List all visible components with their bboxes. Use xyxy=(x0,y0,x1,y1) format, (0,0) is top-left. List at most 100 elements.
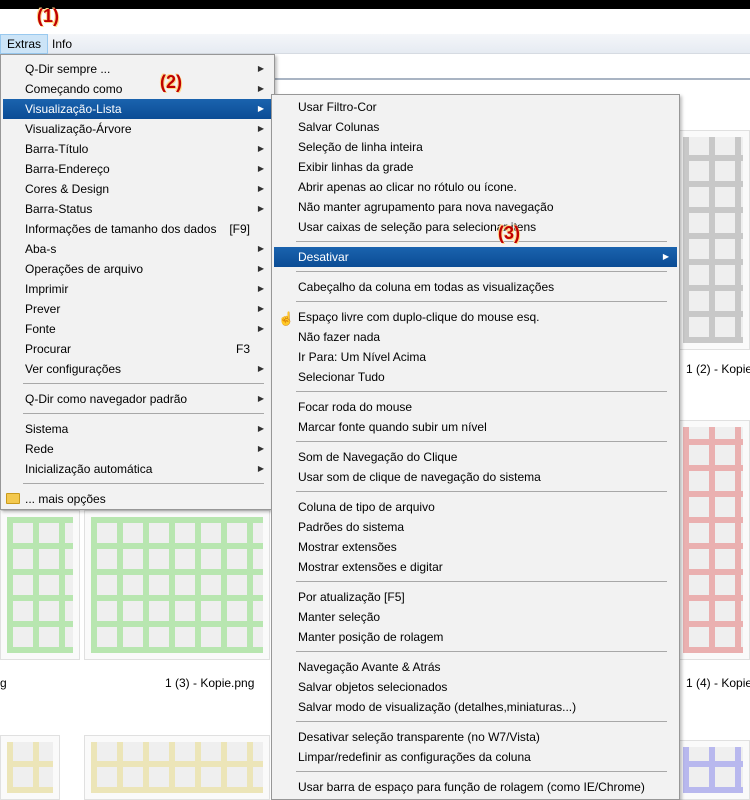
menu-item-info-tamanho[interactable]: Informações de tamanho dos dados [F9] xyxy=(3,219,272,239)
menu-item-ver-configuracoes[interactable]: Ver configurações ▶ xyxy=(3,359,272,379)
menu-item-mais-opcoes[interactable]: ... mais opções xyxy=(3,489,272,509)
submenu-arrow-icon: ▶ xyxy=(257,304,264,313)
submenu-item[interactable]: Manter posição de rolagem xyxy=(274,627,677,647)
submenu-item[interactable]: Som de Navegação do Clique xyxy=(274,447,677,467)
folder-icon xyxy=(6,493,20,504)
submenu-item[interactable]: Navegação Avante & Atrás xyxy=(274,657,677,677)
submenu-arrow-icon: ▶ xyxy=(257,184,264,193)
submenu-item-desativar[interactable]: Desativar ▶ xyxy=(274,247,677,267)
submenu-item[interactable]: Não manter agrupamento para nova navegaç… xyxy=(274,197,677,217)
submenu-item[interactable]: ☝ Espaço livre com duplo-clique do mouse … xyxy=(274,307,677,327)
menu-separator xyxy=(296,241,667,242)
annotation-1: (1) xyxy=(37,6,59,26)
submenu-item[interactable]: Marcar fonte quando subir um nível xyxy=(274,417,677,437)
file-caption[interactable]: 1 (4) - Kopie xyxy=(686,676,750,690)
thumbnail-pattern xyxy=(683,137,743,343)
menu-separator xyxy=(296,651,667,652)
menu-extras[interactable]: Extras xyxy=(0,34,49,54)
submenu-arrow-icon: ▶ xyxy=(257,264,264,273)
file-caption[interactable]: 1 (2) - Kopie xyxy=(686,362,750,376)
submenu-item[interactable]: Padrões do sistema xyxy=(274,517,677,537)
submenu-arrow-icon: ▶ xyxy=(257,164,264,173)
visualizacao-lista-submenu: Usar Filtro-Cor Salvar Colunas Seleção d… xyxy=(271,94,680,800)
hand-cursor-icon: ☝ xyxy=(278,311,295,326)
menu-separator xyxy=(296,301,667,302)
submenu-item[interactable]: Manter seleção xyxy=(274,607,677,627)
menu-item-barra-endereco[interactable]: Barra-Endereço ▶ xyxy=(3,159,272,179)
menu-item-qdir-sempre[interactable]: Q-Dir sempre ... ▶ xyxy=(3,59,272,79)
submenu-item[interactable]: Salvar Colunas xyxy=(274,117,677,137)
thumbnail-pattern xyxy=(7,517,73,653)
menu-separator xyxy=(296,391,667,392)
submenu-item[interactable]: Abrir apenas ao clicar no rótulo ou ícon… xyxy=(274,177,677,197)
submenu-item[interactable]: Ir Para: Um Nível Acima xyxy=(274,347,677,367)
submenu-item[interactable]: Mostrar extensões xyxy=(274,537,677,557)
image-thumbnail[interactable] xyxy=(0,735,60,800)
submenu-item[interactable]: Salvar objetos selecionados xyxy=(274,677,677,697)
submenu-arrow-icon: ▶ xyxy=(257,394,264,403)
shortcut-label: [F9] xyxy=(229,222,250,236)
menu-item-sistema[interactable]: Sistema ▶ xyxy=(3,419,272,439)
thumbnail-pattern xyxy=(91,517,263,653)
menu-item-barra-status[interactable]: Barra-Status ▶ xyxy=(3,199,272,219)
menu-info[interactable]: Info xyxy=(46,34,78,54)
menu-item-inicializacao[interactable]: Inicialização automática ▶ xyxy=(3,459,272,479)
menu-item-cores-design[interactable]: Cores & Design ▶ xyxy=(3,179,272,199)
submenu-arrow-icon: ▶ xyxy=(257,364,264,373)
submenu-arrow-icon: ▶ xyxy=(257,284,264,293)
submenu-item[interactable]: Não fazer nada xyxy=(274,327,677,347)
submenu-item[interactable]: Seleção de linha inteira xyxy=(274,137,677,157)
submenu-item[interactable]: Cabeçalho da coluna em todas as visualiz… xyxy=(274,277,677,297)
submenu-arrow-icon: ▶ xyxy=(257,144,264,153)
menu-item-operacoes-arquivo[interactable]: Operações de arquivo ▶ xyxy=(3,259,272,279)
menu-item-abas[interactable]: Aba-s ▶ xyxy=(3,239,272,259)
submenu-item[interactable]: Usar barra de espaço para função de rola… xyxy=(274,777,677,797)
submenu-item[interactable]: Usar caixas de seleção para selecionar i… xyxy=(274,217,677,237)
menu-separator xyxy=(296,491,667,492)
submenu-item[interactable]: Mostrar extensões e digitar xyxy=(274,557,677,577)
submenu-item[interactable]: Desativar seleção transparente (no W7/Vi… xyxy=(274,727,677,747)
menu-item-barra-titulo[interactable]: Barra-Título ▶ xyxy=(3,139,272,159)
submenu-arrow-icon: ▶ xyxy=(257,64,264,73)
menu-item-rede[interactable]: Rede ▶ xyxy=(3,439,272,459)
menu-separator xyxy=(23,413,264,414)
submenu-item[interactable]: Usar Filtro-Cor xyxy=(274,97,677,117)
menu-separator xyxy=(296,771,667,772)
image-thumbnail[interactable] xyxy=(676,130,750,350)
submenu-item[interactable]: Focar roda do mouse xyxy=(274,397,677,417)
menu-item-imprimir[interactable]: Imprimir ▶ xyxy=(3,279,272,299)
window-top-edge xyxy=(0,0,750,9)
menu-item-procurar[interactable]: Procurar F3 xyxy=(3,339,272,359)
submenu-item[interactable]: Salvar modo de visualização (detalhes,mi… xyxy=(274,697,677,717)
image-thumbnail[interactable] xyxy=(84,735,270,800)
menu-separator xyxy=(296,581,667,582)
submenu-item[interactable]: Por atualização [F5] xyxy=(274,587,677,607)
file-caption[interactable]: g xyxy=(0,676,7,690)
submenu-arrow-icon: ▶ xyxy=(257,204,264,213)
menu-separator xyxy=(296,441,667,442)
submenu-item[interactable]: Limpar/redefinir as configurações da col… xyxy=(274,747,677,767)
menu-item-prever[interactable]: Prever ▶ xyxy=(3,299,272,319)
extras-dropdown-menu: Q-Dir sempre ... ▶ Começando como ▶ Visual… xyxy=(0,54,275,510)
submenu-item[interactable]: Coluna de tipo de arquivo xyxy=(274,497,677,517)
menu-item-fonte[interactable]: Fonte ▶ xyxy=(3,319,272,339)
image-thumbnail[interactable] xyxy=(0,510,80,660)
image-thumbnail[interactable] xyxy=(676,740,750,800)
image-thumbnail[interactable] xyxy=(676,420,750,660)
file-caption[interactable]: 1 (3) - Kopie.png xyxy=(165,676,254,690)
menu-item-navegador-padrao[interactable]: Q-Dir como navegador padrão ▶ xyxy=(3,389,272,409)
submenu-item[interactable]: Exibir linhas da grade xyxy=(274,157,677,177)
thumbnail-pattern xyxy=(683,747,743,793)
submenu-item[interactable]: Usar som de clique de navegação do siste… xyxy=(274,467,677,487)
address-bar[interactable] xyxy=(275,60,750,80)
shortcut-label: F3 xyxy=(235,342,250,356)
image-thumbnail[interactable] xyxy=(84,510,270,660)
menu-item-visualizacao-arvore[interactable]: Visualização-Árvore ▶ xyxy=(3,119,272,139)
annotation-2: (2) xyxy=(160,72,182,92)
menu-item-comecando-como[interactable]: Começando como ▶ xyxy=(3,79,272,99)
submenu-item[interactable]: Selecionar Tudo xyxy=(274,367,677,387)
menu-item-visualizacao-lista[interactable]: Visualização-Lista ▶ xyxy=(3,99,272,119)
submenu-arrow-icon: ▶ xyxy=(257,244,264,253)
submenu-arrow-icon: ▶ xyxy=(257,324,264,333)
menu-separator xyxy=(23,383,264,384)
